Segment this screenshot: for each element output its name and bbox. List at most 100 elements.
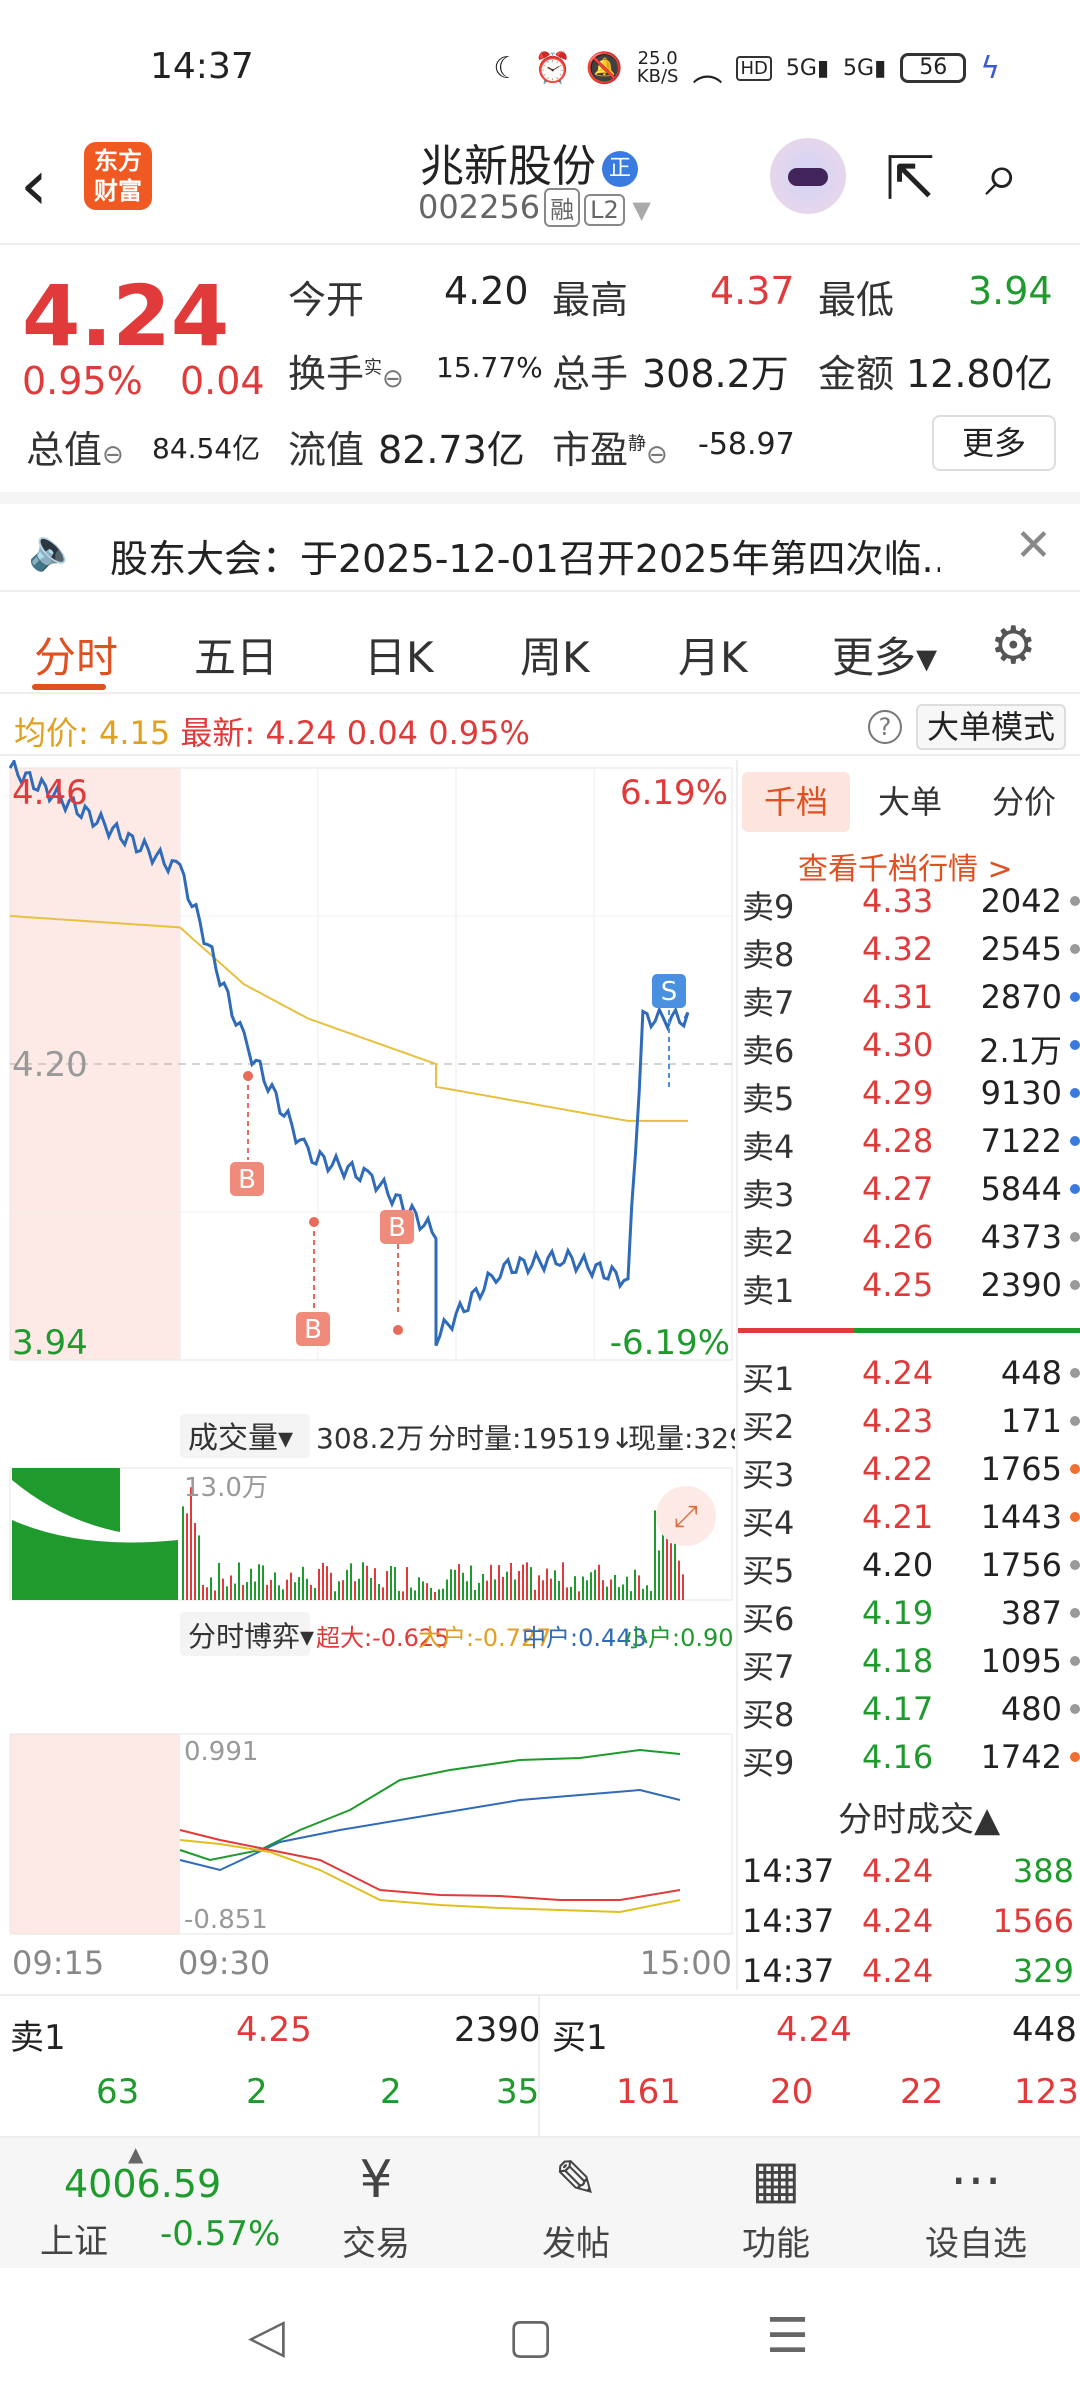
search-icon[interactable]: ⌕ — [985, 140, 1019, 210]
sell-detail-1: 63 — [96, 2072, 140, 2112]
volume-bar — [250, 1568, 252, 1600]
tab-monthly-k[interactable]: 月K — [678, 624, 748, 685]
tab-five-day[interactable]: 五日 — [194, 624, 278, 685]
sell-marker[interactable]: S — [652, 974, 686, 1090]
stock-code-row[interactable]: 002256 融 L2 ▼ — [418, 188, 651, 227]
gear-icon[interactable]: ⚙ — [990, 616, 1037, 676]
volume-bar — [286, 1579, 288, 1600]
more-button[interactable]: 更多 — [932, 415, 1056, 471]
book-separator — [738, 1328, 1080, 1336]
nav-functions[interactable]: ▦ 功能 — [706, 2148, 846, 2265]
bid-row[interactable]: 买4 4.21 1443 — [738, 1492, 1080, 1542]
share-icon[interactable]: ⇱ — [885, 144, 935, 214]
ask-row[interactable]: 卖6 4.30 2.1万 — [738, 1020, 1080, 1070]
big-order-mode-button[interactable]: 大单模式 — [916, 704, 1066, 750]
tab-big-orders[interactable]: 大单 — [856, 772, 964, 832]
ask-row[interactable]: 卖1 4.25 2390 — [738, 1260, 1080, 1310]
volume-bar — [262, 1565, 264, 1600]
bid-volume: 1756 — [980, 1546, 1062, 1584]
bid-row[interactable]: 买3 4.22 1765 — [738, 1444, 1080, 1494]
bid-row[interactable]: 买1 4.24 448 — [738, 1348, 1080, 1398]
open-label: 今开 — [288, 278, 365, 322]
trade-list-title[interactable]: 分时成交▲ — [838, 1792, 1000, 1841]
volume-bar — [494, 1579, 496, 1600]
bid-volume: 1765 — [980, 1450, 1062, 1488]
expand-icon[interactable]: ⤢ — [674, 1499, 698, 1534]
system-back-icon[interactable]: ◁ — [248, 2308, 285, 2364]
bid-row[interactable]: 买6 4.19 387 — [738, 1588, 1080, 1638]
volume-selector[interactable]: 成交量▾ — [188, 1421, 293, 1456]
ask-dot — [1070, 1088, 1080, 1098]
volume-bar — [434, 1591, 436, 1600]
dropdown-icon[interactable]: ▼ — [625, 196, 650, 224]
trade-row[interactable]: 14:37 4.24 388 — [738, 1848, 1080, 1898]
volume-bar — [550, 1578, 552, 1600]
back-arrow-icon[interactable]: ‹ — [20, 150, 48, 220]
trade-row[interactable]: 14:37 4.24 1566 — [738, 1898, 1080, 1948]
bid-dot — [1070, 1416, 1080, 1426]
tab-weekly-k[interactable]: 周K — [520, 624, 590, 685]
nav-functions-label: 功能 — [742, 2224, 810, 2264]
axis-bottom-price: 3.94 — [12, 1323, 88, 1363]
tab-thousand-levels[interactable]: 千档 — [742, 772, 850, 832]
volume-bar — [398, 1590, 400, 1600]
ask-row[interactable]: 卖9 4.33 2042 — [738, 876, 1080, 926]
volume-bar — [422, 1581, 424, 1600]
tab-price-dist[interactable]: 分价 — [970, 772, 1078, 832]
notice-text[interactable]: 股东大会：于2025-12-01召开2025年第四次临... — [110, 528, 940, 583]
intraday-chart[interactable]: B B B S 4.46 6.19% 4.20 3.94 -6.19% 成交量▾… — [0, 760, 735, 1990]
nav-trade[interactable]: ¥ 交易 — [306, 2148, 446, 2265]
ask-row[interactable]: 卖4 4.28 7122 — [738, 1116, 1080, 1166]
ask-row[interactable]: 卖2 4.26 4373 — [738, 1212, 1080, 1262]
volume-total: 308.2万 — [316, 1422, 424, 1455]
bid-row[interactable]: 买5 4.20 1756 — [738, 1540, 1080, 1590]
nav-watchlist[interactable]: ⋯ 设自选 — [906, 2148, 1046, 2265]
tab-more[interactable]: 更多▾ — [832, 624, 937, 685]
buy-marker-2[interactable]: B — [296, 1217, 330, 1346]
volume-bar — [586, 1580, 588, 1600]
volume-now: 现量:329 — [628, 1422, 735, 1455]
market-cap-label[interactable]: 总值⊖ — [26, 419, 124, 474]
ask-row[interactable]: 卖5 4.29 9130 — [738, 1068, 1080, 1118]
pe-label[interactable]: 市盈静⊖ — [552, 419, 668, 474]
app-logo[interactable]: 东方财富 — [84, 142, 152, 210]
game-selector[interactable]: 分时博弈▾ — [188, 1620, 314, 1653]
ask-volume: 2390 — [980, 1266, 1062, 1304]
volume-bar — [602, 1580, 604, 1600]
close-icon[interactable]: ✕ — [1015, 520, 1052, 571]
index-value: 4006.59 — [64, 2162, 222, 2206]
signal-icon-2: 5G▮ — [843, 55, 887, 81]
help-icon[interactable]: ? — [868, 710, 902, 744]
bid-row[interactable]: 买7 4.18 1095 — [738, 1636, 1080, 1686]
chart-svg[interactable]: B B B S 4.46 6.19% 4.20 3.94 -6.19% 成交量▾… — [0, 760, 735, 1990]
bid-row[interactable]: 买8 4.17 480 — [738, 1684, 1080, 1734]
tab-intraday[interactable]: 分时 — [34, 624, 118, 685]
volume-bar — [390, 1565, 392, 1600]
notice-banner[interactable]: 🔈 股东大会：于2025-12-01召开2025年第四次临... ✕ — [0, 492, 1080, 592]
nav-post[interactable]: ✎ 发帖 — [506, 2148, 646, 2265]
buy-marker-3[interactable]: B — [380, 1210, 414, 1335]
assistant-robot-icon[interactable] — [770, 138, 846, 214]
buy-detail-2: 20 — [770, 2072, 814, 2112]
bid-row[interactable]: 买2 4.23 171 — [738, 1396, 1080, 1446]
volume-bar — [650, 1591, 652, 1600]
ask-row[interactable]: 卖3 4.27 5844 — [738, 1164, 1080, 1214]
moon-icon: ☾ — [493, 50, 521, 86]
trade-row[interactable]: 14:37 4.24 329 — [738, 1948, 1080, 1998]
buy-marker-1[interactable]: B — [230, 1071, 264, 1196]
bid-dot — [1070, 1656, 1080, 1666]
volume-bar — [226, 1586, 228, 1600]
turnover-label[interactable]: 换手实⊖ — [288, 343, 404, 398]
system-menu-icon[interactable]: ☰ — [766, 2308, 809, 2364]
index-widget[interactable]: ▲ 4006.59 上证 -0.57% — [0, 2138, 300, 2270]
ask-row[interactable]: 卖7 4.31 2870 — [738, 972, 1080, 1022]
volume-bar — [446, 1579, 448, 1600]
ask-row[interactable]: 卖8 4.32 2545 — [738, 924, 1080, 974]
trade-time: 14:37 — [742, 1952, 835, 1990]
volume-bar — [270, 1579, 272, 1600]
system-home-icon[interactable]: ▢ — [508, 2308, 553, 2364]
bid-row[interactable]: 买9 4.16 1742 — [738, 1732, 1080, 1782]
volume-bar — [294, 1582, 296, 1600]
volume-bar — [458, 1564, 460, 1600]
tab-daily-k[interactable]: 日K — [364, 624, 434, 685]
